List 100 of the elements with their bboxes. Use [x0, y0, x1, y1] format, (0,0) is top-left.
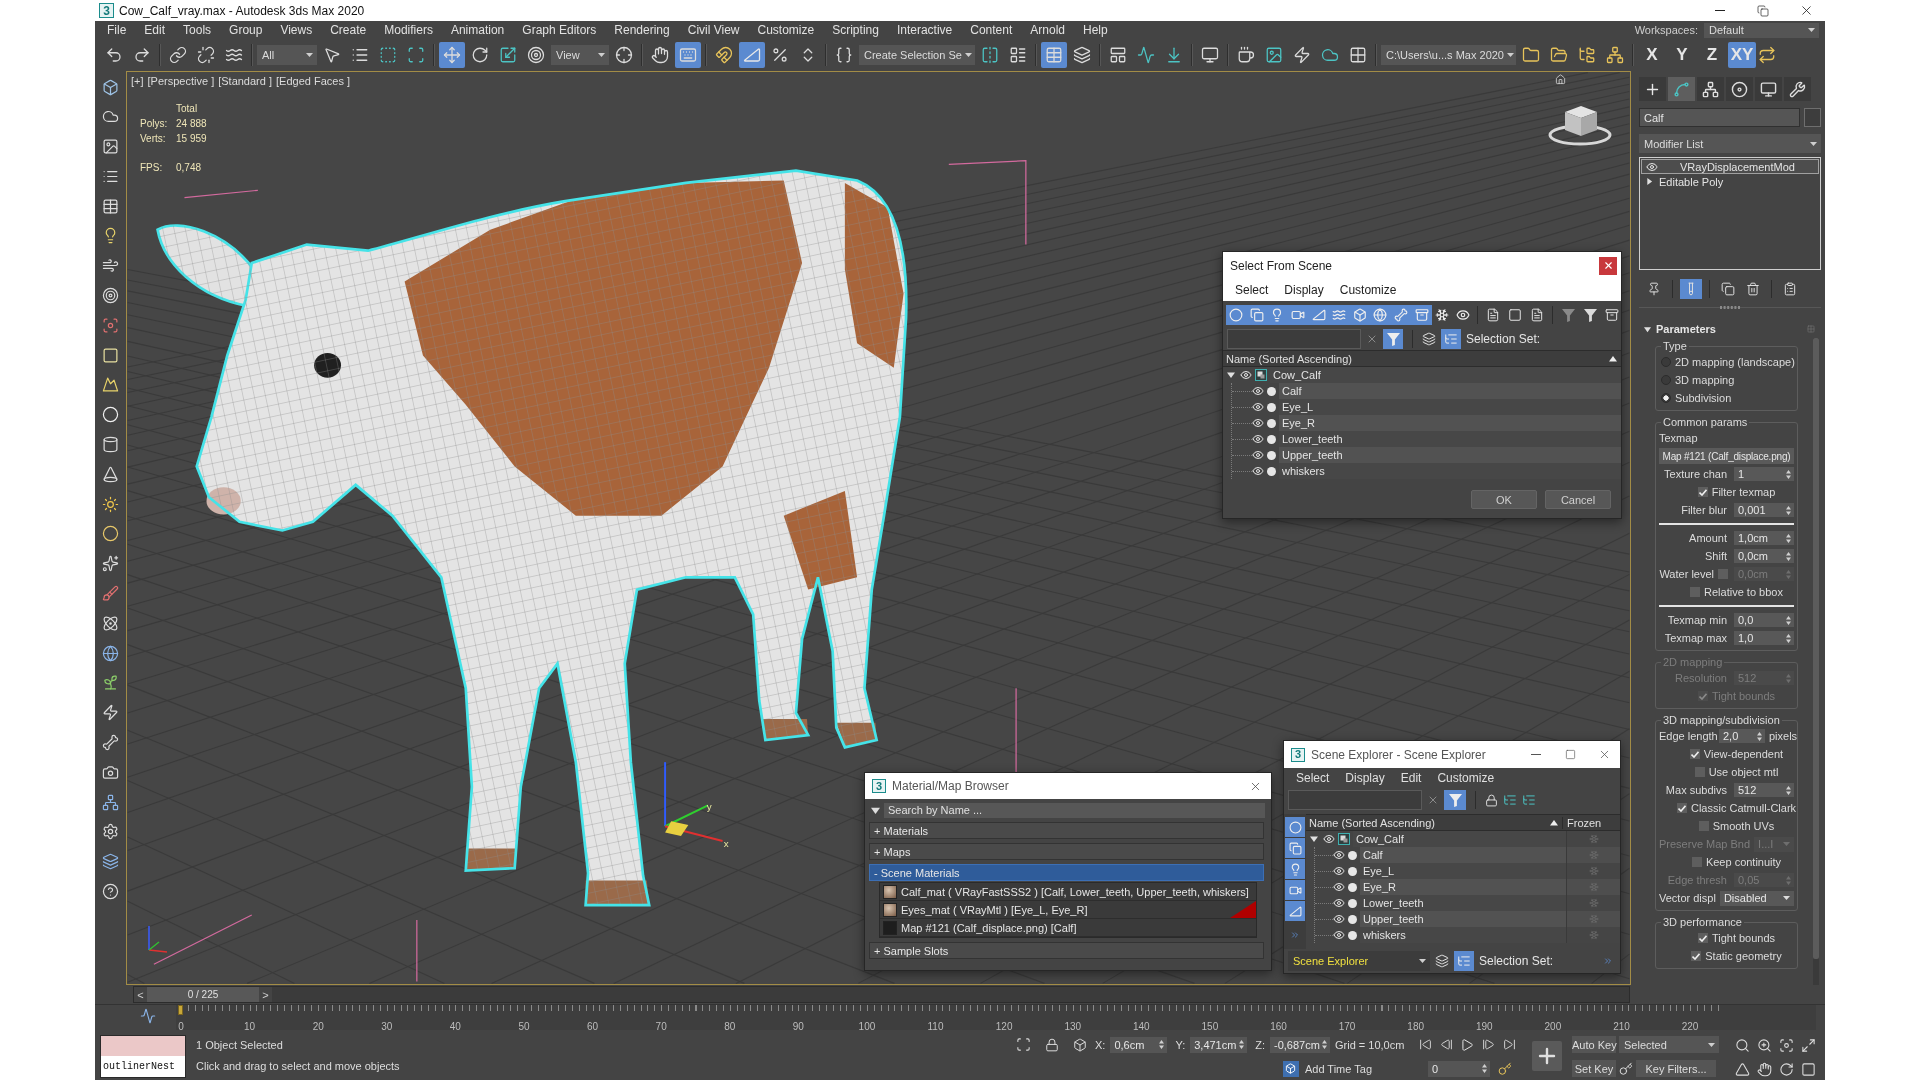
- wind-icon[interactable]: [102, 257, 119, 275]
- eye-icon[interactable]: [1252, 433, 1264, 445]
- camera-icon[interactable]: [102, 763, 119, 781]
- spinner-arrows-icon[interactable]: [1786, 533, 1791, 543]
- gear-icon[interactable]: [102, 823, 119, 841]
- hierarchy-toggle[interactable]: [1441, 329, 1461, 349]
- filter-toggle[interactable]: [1285, 817, 1305, 837]
- sphere-icon[interactable]: [102, 525, 119, 543]
- script-input-field[interactable]: [101, 1036, 185, 1056]
- radio-button[interactable]: [1661, 375, 1671, 385]
- plane-handle[interactable]: [665, 821, 689, 837]
- coordinate-field[interactable]: 3,471cm: [1190, 1036, 1248, 1053]
- viewport-label[interactable]: [Standard ]: [218, 75, 272, 87]
- menu-item[interactable]: Customize: [1331, 283, 1405, 297]
- set-key-button[interactable]: [1532, 1041, 1562, 1071]
- set-key-text-button[interactable]: Set Key: [1572, 1060, 1616, 1077]
- focus-icon[interactable]: [102, 316, 119, 334]
- eye-icon[interactable]: [1333, 913, 1345, 925]
- table-icon[interactable]: [102, 197, 119, 215]
- material-entry[interactable]: Map #121 (Calf_displace.png) [Calf]: [901, 921, 1077, 934]
- coordinate-field[interactable]: -0,687cm: [1270, 1036, 1330, 1053]
- frame-field[interactable]: 0: [1428, 1060, 1490, 1077]
- hierarchy-icon[interactable]: [1503, 793, 1517, 807]
- filter-toggle[interactable]: [1383, 329, 1403, 349]
- eye-icon[interactable]: [1333, 897, 1345, 909]
- rollout-title[interactable]: Parameters: [1656, 323, 1802, 335]
- sparkles-icon[interactable]: [102, 555, 119, 573]
- radio-button[interactable]: [1661, 357, 1671, 367]
- spinner-arrows-icon[interactable]: [1786, 785, 1791, 795]
- name-field[interactable]: Calf: [1639, 108, 1800, 127]
- viewport-label[interactable]: [Perspective ]: [147, 75, 215, 87]
- layers-icon[interactable]: [102, 853, 119, 871]
- box-icon[interactable]: [102, 78, 119, 96]
- explorer-dropdown[interactable]: Scene Explorer: [1288, 951, 1430, 971]
- menu-item[interactable]: File: [98, 21, 136, 39]
- axis-button[interactable]: Y: [1668, 42, 1696, 68]
- spinner-arrows-icon[interactable]: [1786, 551, 1791, 561]
- expand-arrow-icon[interactable]: [1310, 835, 1318, 843]
- dropdown[interactable]: Disabled: [1719, 890, 1794, 906]
- spinner-field[interactable]: 1: [1734, 467, 1794, 481]
- spinner-field[interactable]: 1,0cm: [1734, 531, 1794, 545]
- eye-icon[interactable]: [1333, 881, 1345, 893]
- workspace-dropdown[interactable]: Default: [1704, 22, 1819, 38]
- sun-icon[interactable]: [102, 495, 119, 513]
- object-name[interactable]: Calf: [1279, 383, 1621, 399]
- object-name[interactable]: Eye_L: [1279, 399, 1621, 415]
- home-icon[interactable]: [1555, 74, 1566, 85]
- expand-arrow-icon[interactable]: [1644, 325, 1651, 333]
- dialog-button[interactable]: OK: [1471, 490, 1537, 509]
- object-name[interactable]: Cow_Calf: [1270, 367, 1621, 383]
- column-header[interactable]: Name (Sorted Ascending): [1309, 816, 1546, 829]
- spinner-arrows-icon[interactable]: [1322, 1040, 1327, 1049]
- spinner-arrows-icon[interactable]: [1786, 505, 1791, 515]
- grip-icon[interactable]: [1720, 305, 1740, 309]
- spinner-field[interactable]: 1,0: [1734, 631, 1794, 645]
- spinner-field[interactable]: 0,0cm: [1734, 549, 1794, 563]
- close-button[interactable]: [1599, 256, 1617, 275]
- menu-item[interactable]: Select: [1288, 770, 1338, 785]
- menu-item[interactable]: Interactive: [887, 21, 962, 39]
- time-slider[interactable]: < 0 / 225 >: [133, 986, 1630, 1003]
- menu-item[interactable]: Rendering: [605, 21, 679, 39]
- column-header[interactable]: Frozen: [1562, 816, 1616, 829]
- filter-toggle[interactable]: [1328, 305, 1350, 325]
- toolbar-dropdown[interactable]: View: [551, 45, 609, 65]
- cone-icon[interactable]: [102, 465, 119, 483]
- lock-icon[interactable]: [1485, 793, 1498, 807]
- key-icon[interactable]: [1619, 1061, 1633, 1076]
- square-icon[interactable]: [102, 346, 119, 364]
- menu-item[interactable]: Customize: [748, 21, 824, 39]
- eye-icon[interactable]: [1333, 865, 1345, 877]
- viewport-label[interactable]: [+]: [131, 75, 144, 87]
- section-header[interactable]: + Sample Slots: [869, 942, 1264, 959]
- section-header[interactable]: + Maps: [869, 843, 1264, 860]
- axis-button[interactable]: Z: [1698, 42, 1726, 68]
- eye-icon[interactable]: [1333, 849, 1345, 861]
- menu-item[interactable]: Animation: [441, 21, 514, 39]
- curve-icon[interactable]: [140, 1008, 156, 1024]
- menu-item[interactable]: Group: [220, 21, 272, 39]
- menu-item[interactable]: Customize: [1429, 770, 1503, 785]
- key-mode-dropdown[interactable]: Selected: [1619, 1036, 1719, 1053]
- bone-icon[interactable]: [102, 734, 119, 752]
- checkbox[interactable]: [1694, 767, 1705, 777]
- y-axis-line[interactable]: [664, 804, 709, 828]
- spinner-field[interactable]: 0,001: [1734, 503, 1794, 517]
- filter-toggle[interactable]: [1444, 790, 1466, 810]
- search-field[interactable]: [1288, 790, 1422, 810]
- object-name[interactable]: Upper_teeth: [1279, 447, 1621, 463]
- clear-icon[interactable]: [1427, 794, 1439, 806]
- menu-item[interactable]: Civil View: [678, 21, 749, 39]
- target-icon[interactable]: [102, 287, 119, 305]
- box-icon[interactable]: [1073, 1037, 1087, 1052]
- filter-toggle[interactable]: [1411, 305, 1432, 325]
- filter-toggle[interactable]: [1285, 880, 1305, 900]
- section-header[interactable]: - Scene Materials: [869, 864, 1264, 881]
- trackbar-ruler[interactable]: 0 10 20 30 40 50 60 70 80 90 100 110 120 130 140 150 160 170 180 190 200 210 220: [176, 1005, 1816, 1030]
- eye-icon[interactable]: [1323, 833, 1335, 845]
- material-entry[interactable]: Eyes_mat ( VRayMtl ) [Eye_L, Eye_R]: [901, 903, 1088, 916]
- layers-icon[interactable]: [1422, 332, 1436, 346]
- spinner-arrows-icon[interactable]: [1482, 1064, 1487, 1073]
- orbit-icon[interactable]: [1778, 1061, 1794, 1077]
